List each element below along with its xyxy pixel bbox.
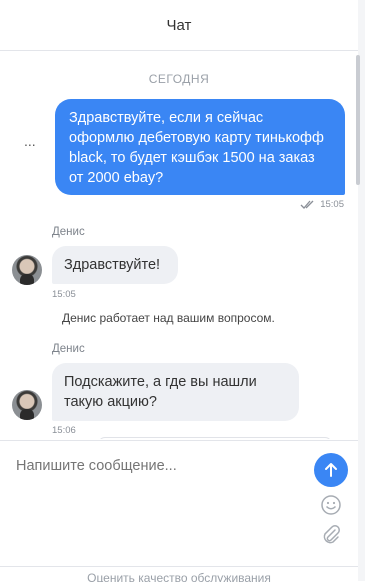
double-check-icon	[300, 200, 314, 209]
arrow-up-icon	[325, 463, 337, 477]
message-time: 15:05	[52, 289, 76, 300]
sender-name: Денис	[52, 343, 85, 355]
outgoing-message: Здравствуйте, если я сейчас оформлю дебе…	[55, 99, 345, 195]
chat-header: Чат	[0, 0, 358, 51]
smiley-icon	[321, 495, 341, 515]
outgoing-message-meta: 15:05	[300, 199, 344, 210]
message-time: 15:06	[52, 425, 76, 436]
emoji-button[interactable]	[320, 494, 342, 516]
date-separator: СЕГОДНЯ	[148, 72, 210, 86]
message-list: СЕГОДНЯ ... Здравствуйте, если я сейчас …	[0, 51, 358, 439]
incoming-message: Здравствуйте!	[52, 246, 178, 284]
send-button[interactable]	[314, 453, 348, 487]
composer	[0, 440, 358, 566]
sender-name: Денис	[52, 226, 85, 238]
incoming-message: Подскажите, а где вы нашли такую акцию?	[52, 363, 299, 421]
page-title: Чат	[166, 16, 192, 34]
rate-service-link[interactable]: Оценить качество обслуживания	[0, 566, 358, 582]
paperclip-icon	[323, 525, 340, 544]
system-message: Денис работает над вашим вопросом.	[62, 311, 275, 325]
partial-message-card	[98, 437, 332, 439]
attach-button[interactable]	[320, 524, 342, 546]
message-input[interactable]	[16, 458, 296, 474]
avatar	[12, 255, 42, 285]
message-menu-button[interactable]: ...	[24, 133, 36, 149]
message-time: 15:05	[320, 199, 344, 210]
avatar	[12, 390, 42, 420]
